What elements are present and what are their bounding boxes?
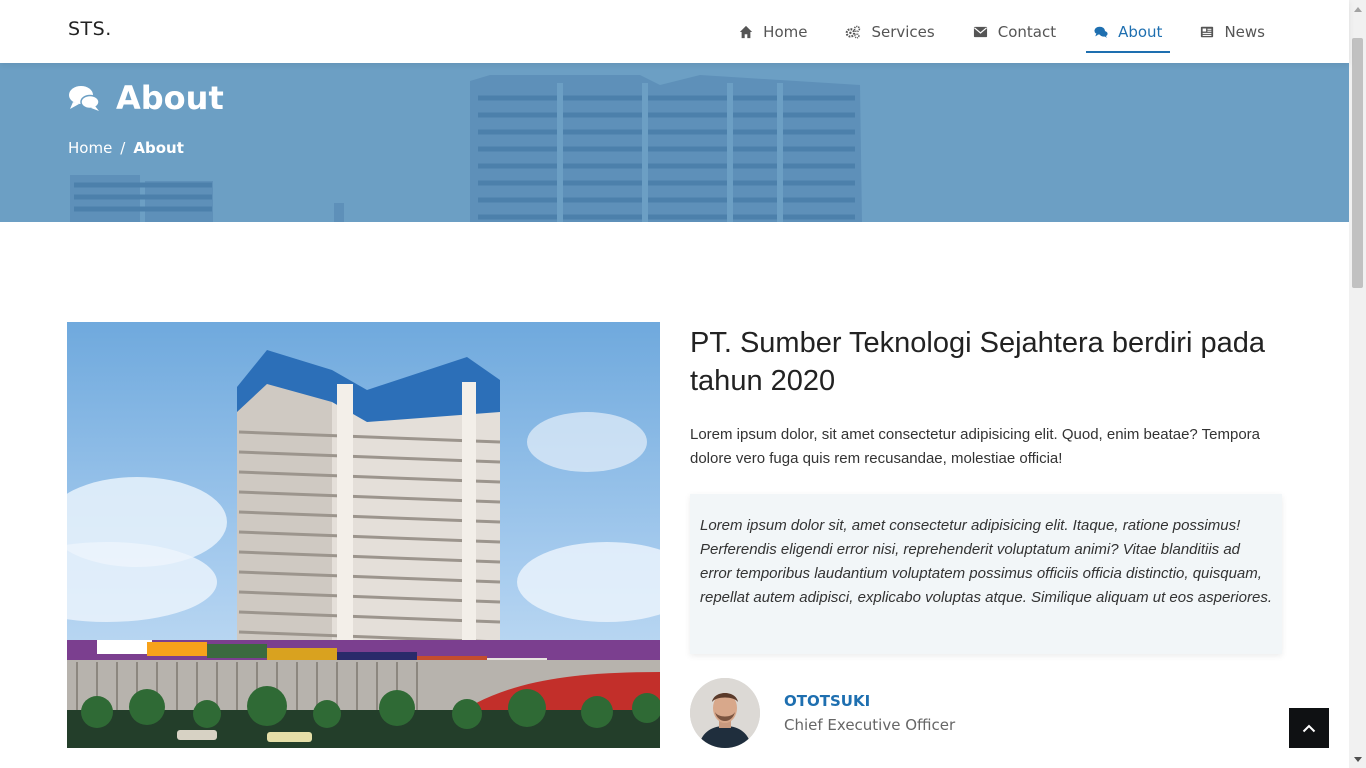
page-banner: About Home / About	[0, 63, 1349, 222]
author-role: Chief Executive Officer	[784, 716, 956, 734]
envelope-icon	[973, 26, 987, 37]
author-card: OTOTSUKI Chief Executive Officer	[690, 678, 955, 748]
nav-label: About	[1118, 22, 1163, 41]
breadcrumb-separator: /	[120, 139, 126, 157]
nav-label: News	[1224, 22, 1265, 41]
comments-icon	[1094, 26, 1108, 38]
page-title-text: About	[116, 79, 224, 117]
main-nav: Home Services Contact About News	[703, 0, 1267, 63]
building-photo	[67, 322, 660, 748]
author-info: OTOTSUKI Chief Executive Officer	[784, 692, 955, 734]
about-quote-text: Lorem ipsum dolor sit, amet consectetur …	[700, 517, 1272, 606]
back-to-top-button[interactable]	[1289, 708, 1329, 748]
comments-icon	[69, 86, 100, 111]
triangle-down-icon	[1353, 756, 1362, 762]
triangle-up-icon	[1353, 6, 1362, 12]
nav-label: Home	[763, 22, 808, 41]
breadcrumb-home[interactable]: Home	[68, 139, 112, 157]
author-name: OTOTSUKI	[784, 692, 871, 710]
nav-label: Services	[871, 22, 935, 41]
scrollbar-thumb[interactable]	[1352, 38, 1363, 288]
avatar	[690, 678, 760, 748]
breadcrumb: Home / About	[68, 139, 184, 157]
about-heading: PT. Sumber Teknologi Sejahtera berdiri p…	[690, 327, 1265, 397]
gears-icon	[846, 25, 861, 39]
nav-item-news[interactable]: News	[1198, 17, 1267, 47]
nav-label: Contact	[997, 22, 1057, 41]
nav-item-about[interactable]: About	[1086, 17, 1171, 53]
brand-logo[interactable]: STS.	[68, 18, 112, 40]
nav-item-services[interactable]: Services	[843, 17, 936, 47]
site-header: STS. Home Services Contact About News	[0, 0, 1349, 63]
home-icon	[740, 25, 753, 38]
scroll-up-arrow[interactable]	[1349, 0, 1366, 17]
scroll-down-arrow[interactable]	[1349, 751, 1366, 768]
chevron-up-icon	[1302, 724, 1316, 733]
breadcrumb-current: About	[133, 139, 184, 157]
newspaper-icon	[1201, 26, 1214, 37]
about-lead-text: Lorem ipsum dolor, sit amet consectetur …	[690, 426, 1261, 467]
nav-item-home[interactable]: Home	[737, 17, 809, 47]
page-title: About	[68, 79, 224, 117]
about-quote: Lorem ipsum dolor sit, amet consectetur …	[690, 494, 1282, 654]
nav-item-contact[interactable]: Contact	[971, 17, 1058, 47]
